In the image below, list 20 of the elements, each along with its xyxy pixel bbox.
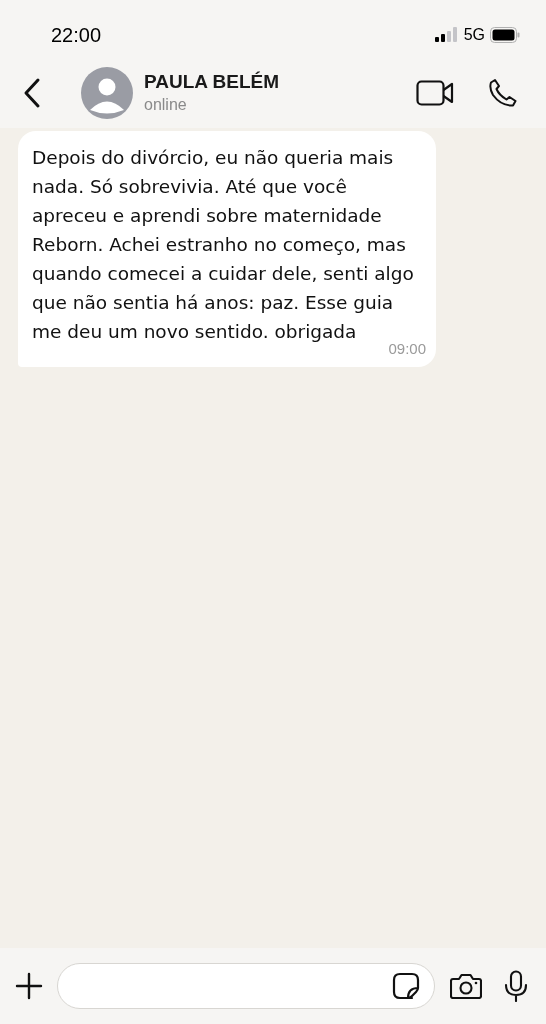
message-input[interactable] [57, 963, 435, 1009]
phone-icon [488, 78, 518, 108]
camera-button[interactable] [450, 973, 482, 999]
clock-time: 22:00 [51, 23, 102, 48]
microphone-button[interactable] [504, 970, 528, 1002]
camera-icon [450, 973, 482, 999]
back-icon [23, 77, 41, 109]
voice-call-button[interactable] [488, 78, 518, 108]
microphone-icon [504, 970, 528, 1002]
sticker-icon[interactable] [392, 972, 420, 1000]
presence-status: online [144, 95, 188, 115]
network-label: 5G [463, 25, 485, 45]
plus-icon [15, 972, 43, 1000]
video-call-button[interactable] [416, 80, 454, 106]
attach-button[interactable] [14, 971, 44, 1001]
contact-name[interactable]: PAULA BELÉM [144, 70, 416, 94]
signal-icon [434, 27, 459, 43]
battery-icon [490, 27, 520, 43]
avatar-icon[interactable] [81, 67, 133, 119]
video-camera-icon [416, 80, 454, 106]
